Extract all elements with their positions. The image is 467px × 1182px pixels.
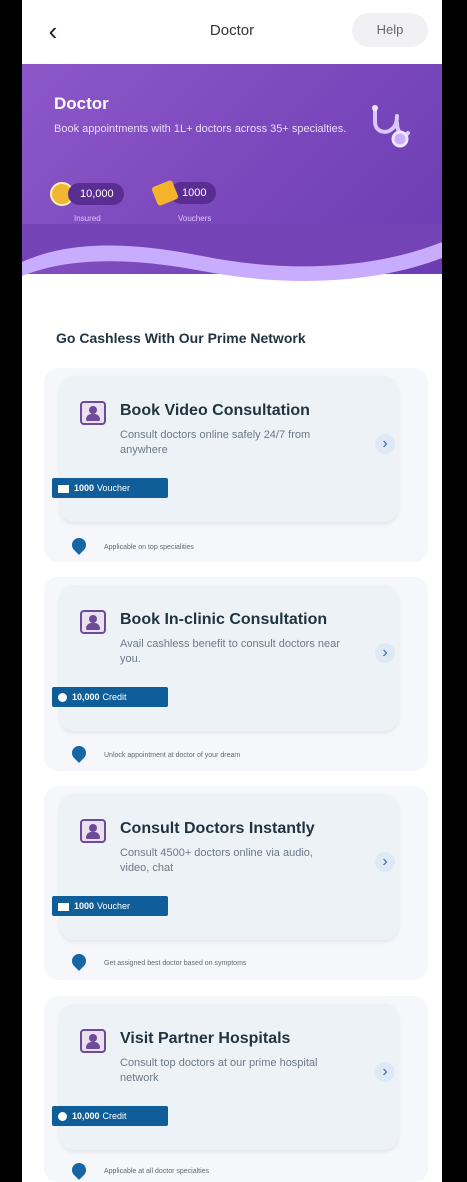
insured-value: 10,000 — [68, 183, 124, 205]
chevron-right-icon[interactable]: › — [375, 643, 395, 663]
doctor-icon — [80, 610, 106, 634]
top-bar: ‹ Doctor Help — [22, 0, 442, 64]
insured-label: Insured — [74, 214, 101, 223]
voucher-icon — [58, 484, 69, 493]
card-description: Consult doctors online safely 24/7 from … — [120, 429, 311, 456]
card-note: Applicable on top specialities — [104, 544, 194, 551]
voucher-badge: 1000 Voucher — [52, 896, 168, 916]
doctor-icon — [80, 401, 106, 425]
card-note: Get assigned best doctor based on sympto… — [104, 960, 247, 967]
card-description: Avail cashless benefit to consult doctor… — [120, 638, 340, 665]
credit-icon — [58, 1112, 67, 1122]
chevron-right-icon[interactable]: › — [375, 1062, 395, 1082]
card-title: Book Video Consultation — [120, 402, 310, 419]
insured-stat: 10,000 — [50, 182, 124, 206]
card-title: Book In-clinic Consultation — [120, 611, 328, 628]
section-title: Go Cashless With Our Prime Network — [56, 330, 306, 346]
doctor-screen: ‹ Doctor Help Doctor Book appointments w… — [22, 0, 442, 1182]
voucher-icon — [58, 902, 69, 911]
card-description: Consult 4500+ doctors online via audio, … — [120, 847, 313, 874]
card-title: Visit Partner Hospitals — [120, 1030, 291, 1047]
card-note: Applicable at all doctor specialties — [104, 1168, 210, 1175]
voucher-stat: 1000 — [151, 179, 217, 207]
credit-badge: 10,000 Credit — [52, 1106, 168, 1126]
card-title: Consult Doctors Instantly — [120, 820, 315, 837]
card-note: Unlock appointment at doctor of your dre… — [104, 752, 241, 759]
hero-subtitle: Book appointments with 1L+ doctors acros… — [54, 123, 347, 135]
card-description: Consult top doctors at our prime hospita… — [120, 1057, 318, 1084]
stethoscope-icon — [372, 105, 410, 148]
doctor-icon — [80, 819, 106, 843]
chevron-right-icon[interactable]: › — [375, 852, 395, 872]
hero-title: Doctor — [54, 94, 109, 113]
credit-icon — [58, 693, 67, 703]
hero-wave — [22, 224, 442, 281]
doctor-icon — [80, 1029, 106, 1053]
voucher-badge: 1000 Voucher — [52, 478, 168, 498]
voucher-label: Vouchers — [178, 214, 212, 223]
credit-badge: 10,000 Credit — [52, 687, 168, 707]
chevron-right-icon[interactable]: › — [375, 434, 395, 454]
help-button[interactable]: Help — [352, 13, 428, 47]
